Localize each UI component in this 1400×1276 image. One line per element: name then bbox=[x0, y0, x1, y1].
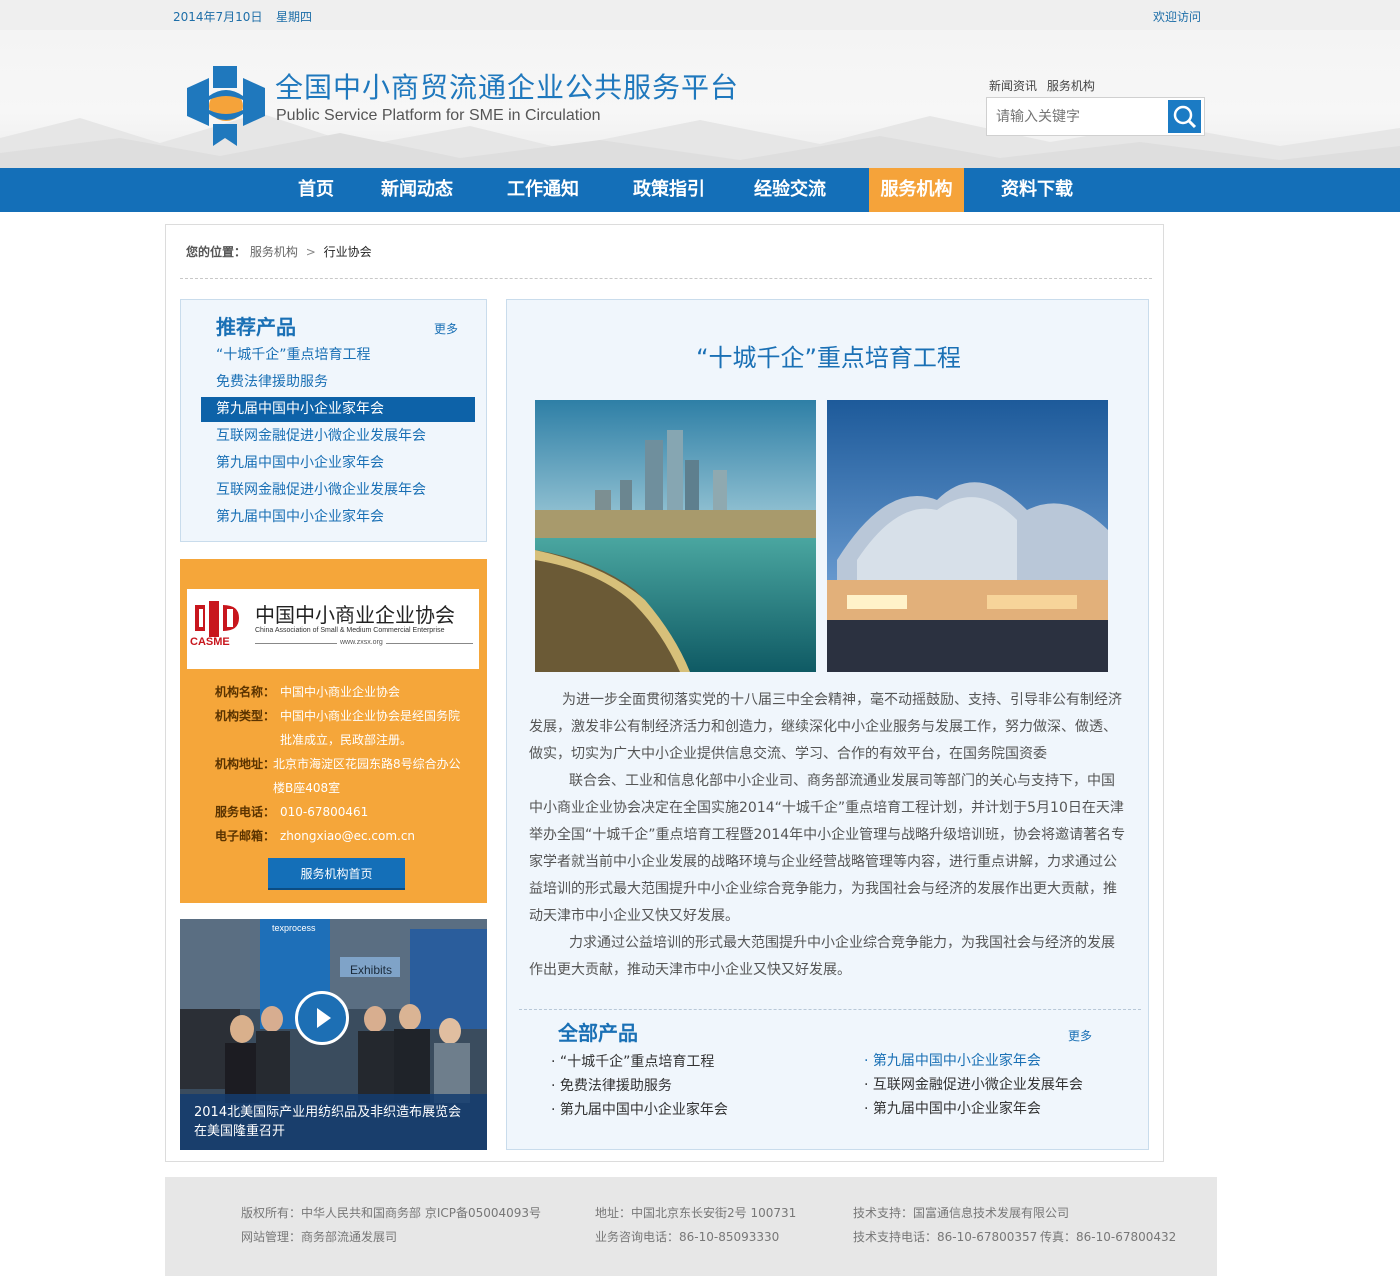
org-email-value: zhongxiao@ec.com.cn bbox=[280, 829, 416, 843]
current-date: 2014年7月10日 bbox=[173, 10, 263, 24]
all-products-more-link[interactable]: 更多 bbox=[1068, 1027, 1092, 1044]
org-phone-value: 010-67800461 bbox=[280, 805, 369, 819]
org-phone-label: 服务电话： bbox=[215, 805, 276, 819]
article-title: “十城千企”重点培育工程 bbox=[696, 344, 961, 372]
footer-support-phone: 技术支持电话：86-10-67800357 bbox=[853, 1230, 1038, 1244]
org-type-label: 机构类型： bbox=[215, 709, 276, 723]
article-paragraph: 为进一步全面贯彻落实党的十八届三中全会精神，毫不动摇鼓励、支持、引导非公有制经济… bbox=[529, 692, 1122, 762]
list-item[interactable]: “十城千企”重点培育工程 bbox=[201, 343, 475, 368]
play-icon bbox=[317, 1008, 331, 1028]
casme-url: www.zxsx.org bbox=[337, 639, 386, 646]
list-item[interactable]: · 第九届中国中小企业家年会 bbox=[864, 1098, 1041, 1118]
breadcrumb-label: 您的位置： bbox=[186, 245, 247, 259]
nav-experience[interactable]: 经验交流 bbox=[743, 168, 837, 212]
search-icon bbox=[1173, 105, 1197, 129]
breadcrumb-current: 行业协会 bbox=[323, 245, 372, 259]
nav-news[interactable]: 新闻动态 bbox=[370, 168, 464, 212]
nav-notice[interactable]: 工作通知 bbox=[496, 168, 590, 212]
footer-fax: 传真：86-10-67800432 bbox=[1040, 1230, 1177, 1244]
org-address-row: 机构地址： 北京市海淀区花园东路8号综合办公楼B座408室 bbox=[215, 752, 475, 800]
org-phone-row: 服务电话： 010-67800461 bbox=[215, 800, 475, 824]
list-item[interactable]: 互联网金融促进小微企业发展年会 bbox=[201, 478, 475, 503]
breadcrumb-parent[interactable]: 服务机构 bbox=[250, 245, 298, 259]
site-title: 全国中小商贸流通企业公共服务平台 bbox=[275, 71, 740, 104]
list-item-selected[interactable]: 第九届中国中小企业家年会 bbox=[201, 397, 475, 422]
article-paragraph: 力求通过公益培训的形式最大范围提升中小企业综合竞争能力，为我国社会与经济的发展作… bbox=[529, 935, 1115, 978]
org-email-row: 电子邮箱： zhongxiao@ec.com.cn bbox=[215, 824, 475, 848]
org-email-label: 电子邮箱： bbox=[215, 829, 276, 843]
play-button[interactable] bbox=[295, 991, 349, 1045]
recommended-panel: 推荐产品 更多 “十城千企”重点培育工程 免费法律援助服务 第九届中国中小企业家… bbox=[180, 299, 487, 542]
organization-card: CASME 中国中小商业企业协会 China Association of Sm… bbox=[180, 559, 487, 903]
video-caption[interactable]: 2014北美国际产业用纺织品及非织造布展览会在美国隆重召开 bbox=[180, 1094, 487, 1150]
article-image-building bbox=[827, 400, 1108, 672]
org-type-row: 机构类型： 中国中小商业企业协会是经国务院批准成立，民政部注册。 bbox=[215, 704, 475, 752]
search-box bbox=[986, 97, 1205, 136]
casme-name-cn: 中国中小商业企业协会 bbox=[255, 603, 455, 627]
article-image-city bbox=[535, 400, 816, 672]
video-thumbnail[interactable]: Exhibits texprocess 2014北美国际产业用纺织品及非织造布展… bbox=[180, 919, 487, 1150]
org-homepage-button[interactable]: 服务机构首页 bbox=[268, 858, 405, 890]
nav-policy[interactable]: 政策指引 bbox=[622, 168, 716, 212]
list-item[interactable]: 第九届中国中小企业家年会 bbox=[201, 451, 475, 476]
footer-address: 地址：中国北京东长安街2号 100731 bbox=[595, 1206, 797, 1220]
quicklink-news[interactable]: 新闻资讯 bbox=[989, 79, 1037, 93]
org-address-label: 机构地址： bbox=[215, 757, 276, 771]
casme-name-en: China Association of Small & Medium Comm… bbox=[255, 627, 445, 634]
footer-consult-phone: 业务咨询电话：86-10-85093330 bbox=[595, 1230, 780, 1244]
organization-logo: CASME 中国中小商业企业协会 China Association of Sm… bbox=[187, 589, 479, 669]
article-paragraph: 联合会、工业和信息化部中小企业司、商务部流通业发展司等部门的关心与支持下，中国中… bbox=[529, 773, 1126, 924]
list-item[interactable]: 第九届中国中小企业家年会 bbox=[201, 505, 475, 530]
footer-manage: 网站管理：商务部流通发展司 bbox=[241, 1230, 398, 1244]
org-name-value: 中国中小商业企业协会 bbox=[280, 685, 401, 699]
org-type-value: 中国中小商业企业协会是经国务院批准成立，民政部注册。 bbox=[280, 709, 461, 747]
list-item[interactable]: · 第九届中国中小企业家年会 bbox=[551, 1099, 728, 1119]
breadcrumb: 您的位置： 服务机构 > 行业协会 bbox=[186, 243, 372, 260]
org-address-value: 北京市海淀区花园东路8号综合办公楼B座408室 bbox=[273, 757, 461, 795]
quicklink-service[interactable]: 服务机构 bbox=[1047, 79, 1095, 93]
recommended-title: 推荐产品 bbox=[216, 315, 296, 339]
site-header: 全国中小商贸流通企业公共服务平台 Public Service Platform… bbox=[0, 30, 1400, 168]
main-nav: 首页 新闻动态 工作通知 政策指引 经验交流 服务机构 资料下载 bbox=[0, 168, 1400, 212]
list-item[interactable]: · 第九届中国中小企业家年会 bbox=[864, 1050, 1041, 1070]
divider bbox=[519, 1009, 1141, 1010]
all-products-title: 全部产品 bbox=[558, 1021, 638, 1045]
list-item[interactable]: · 互联网金融促进小微企业发展年会 bbox=[864, 1074, 1083, 1094]
search-button[interactable] bbox=[1168, 100, 1201, 133]
divider bbox=[180, 278, 1152, 279]
footer-tech-support: 技术支持：国富通信息技术发展有限公司 bbox=[853, 1206, 1070, 1220]
footer-copyright: 版权所有：中华人民共和国商务部 京ICP备05004093号 bbox=[241, 1206, 542, 1220]
breadcrumb-separator: > bbox=[305, 245, 316, 259]
quick-links: 新闻资讯 服务机构 bbox=[989, 77, 1101, 94]
site-subtitle: Public Service Platform for SME in Circu… bbox=[276, 107, 601, 124]
casme-logo-icon bbox=[195, 601, 239, 637]
nav-download[interactable]: 资料下载 bbox=[990, 168, 1084, 212]
city-waterfront-photo bbox=[535, 400, 816, 672]
list-item[interactable]: · 免费法律援助服务 bbox=[551, 1075, 672, 1095]
site-footer: 版权所有：中华人民共和国商务部 京ICP备05004093号 网站管理：商务部流… bbox=[165, 1177, 1217, 1276]
exhibition-building-photo bbox=[827, 400, 1108, 672]
search-input[interactable] bbox=[987, 98, 1167, 135]
platform-logo[interactable] bbox=[187, 66, 265, 146]
org-name-row: 机构名称： 中国中小商业企业协会 bbox=[215, 680, 475, 704]
list-item[interactable]: 免费法律援助服务 bbox=[201, 370, 475, 395]
exhibits-sign: Exhibits bbox=[350, 963, 393, 977]
article-panel: “十城千企”重点培育工程 为进一步全面贯彻落实党的十八届三中全会精神，毫不动摇鼓… bbox=[506, 299, 1149, 1150]
welcome-text: 欢迎访问 bbox=[1153, 10, 1202, 24]
nav-home[interactable]: 首页 bbox=[279, 168, 353, 212]
list-item[interactable]: 互联网金融促进小微企业发展年会 bbox=[201, 424, 475, 449]
texprocess-sign: texprocess bbox=[272, 923, 316, 933]
nav-service[interactable]: 服务机构 bbox=[869, 168, 964, 212]
list-item[interactable]: · “十城千企”重点培育工程 bbox=[551, 1051, 714, 1071]
org-name-label: 机构名称： bbox=[215, 685, 276, 699]
recommended-more-link[interactable]: 更多 bbox=[434, 320, 458, 337]
top-bar: 2014年7月10日 星期四 欢迎访问 bbox=[0, 0, 1400, 30]
current-weekday: 星期四 bbox=[276, 10, 313, 24]
casme-abbr: CASME bbox=[190, 636, 230, 648]
